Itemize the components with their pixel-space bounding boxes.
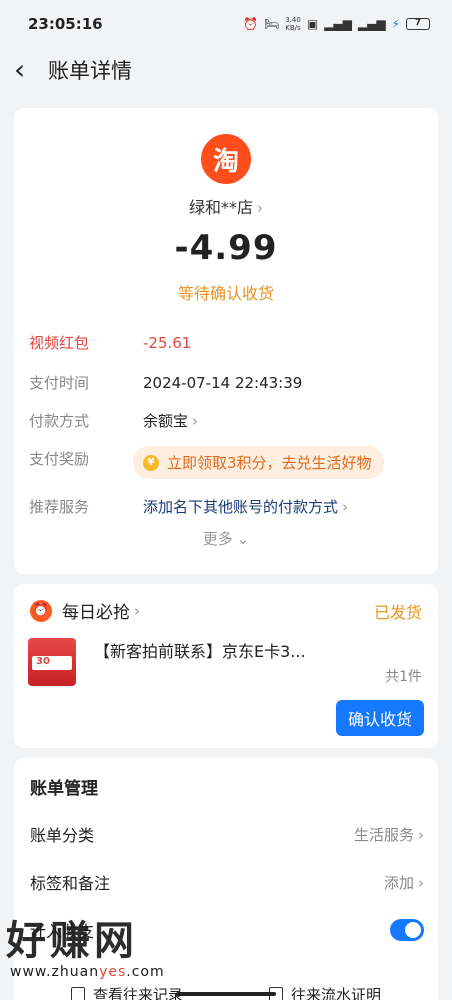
mgmt-label: 账单分类	[30, 826, 95, 845]
bill-amount: -4.99	[174, 228, 278, 268]
signal-icon-2: ▂▄▆	[357, 17, 386, 31]
product-name[interactable]: 【新客拍前联系】京东E卡3...	[94, 638, 418, 662]
detail-value: -25.61	[143, 333, 192, 352]
bill-detail-card: 淘 绿和**店 › -4.99 等待确认收货 视频红包 -25.61 支付时间 2…	[14, 108, 438, 574]
bed-icon: 🛏	[264, 17, 280, 31]
detail-row-video-redpacket: 视频红包 -25.61	[29, 332, 423, 353]
home-indicator	[176, 992, 276, 996]
mgmt-value: 添加 ›	[384, 872, 424, 893]
detail-row-pay-method[interactable]: 付款方式 余额宝 ›	[29, 410, 423, 431]
include-toggle[interactable]	[390, 919, 424, 941]
link-label: 查看往来记录	[92, 986, 183, 1000]
product-thumbnail[interactable]: 30	[28, 638, 76, 686]
flow-proof-link[interactable]: 往来流水证明	[268, 984, 381, 1000]
daily-title: 每日必抢	[62, 603, 130, 623]
mgmt-row-include: 计入收支	[30, 918, 424, 942]
view-history-link[interactable]: 查看往来记录	[70, 984, 183, 1000]
chevron-right-icon: ›	[418, 873, 424, 892]
detail-label: 视频红包	[29, 334, 90, 352]
detail-row-pay-reward: 支付奖励 ¥ 立即领取3积分，去兑生活好物	[29, 446, 423, 479]
merchant-link[interactable]: 绿和**店 ›	[14, 194, 438, 218]
tags-value: 添加	[383, 873, 414, 892]
mgmt-row-category[interactable]: 账单分类 生活服务 ›	[30, 822, 424, 846]
status-bar: 23:05:16 ⏰ 🛏 3.40 KB/s ▣ ▂▄▆ ▂▄▆ ⚡ 7	[0, 0, 452, 48]
status-icons: ⏰ 🛏 3.40 KB/s ▣ ▂▄▆ ▂▄▆ ⚡ 7	[243, 16, 430, 32]
mgmt-label: 标签和备注	[30, 874, 111, 893]
thumb-number: 30	[36, 656, 50, 667]
document-icon	[70, 986, 85, 1000]
chevron-right-icon: ›	[134, 601, 140, 620]
back-arrow-icon[interactable]: ‹	[14, 56, 44, 84]
detail-row-pay-time: 支付时间 2024-07-14 22:43:39	[29, 372, 423, 393]
detail-value: 2024-07-14 22:43:39	[143, 373, 303, 392]
reward-pill-button[interactable]: ¥ 立即领取3积分，去兑生活好物	[133, 446, 384, 479]
chevron-right-icon: ›	[418, 825, 424, 844]
reward-text: 立即领取3积分，去兑生活好物	[167, 454, 372, 472]
alarm-clock-icon: ⏰	[243, 17, 259, 31]
nav-bar: ‹ 账单详情	[0, 48, 452, 92]
daily-deal-card: ⏰ 每日必抢 › 已发货 30 【新客拍前联系】京东E卡3... 共1件 确认收…	[14, 584, 438, 748]
merchant-name: 绿和**店	[188, 198, 253, 217]
bill-status: 等待确认收货	[177, 284, 274, 303]
net-speed: 3.40 KB/s	[285, 16, 301, 32]
page-title: 账单详情	[48, 59, 132, 83]
hd-icon: ▣	[306, 17, 319, 31]
battery-icon: 7	[406, 18, 430, 30]
detail-label: 支付时间	[29, 374, 90, 392]
charging-icon: ⚡	[391, 17, 400, 31]
confirm-receipt-button[interactable]: 确认收货	[336, 700, 424, 736]
detail-label: 支付奖励	[29, 450, 90, 468]
detail-label: 推荐服务	[29, 498, 90, 516]
management-title: 账单管理	[30, 779, 98, 799]
daily-title-link[interactable]: ⏰ 每日必抢 ›	[30, 598, 140, 623]
bill-management-card: 账单管理 账单分类 生活服务 › 标签和备注 添加 › 计入收支 查看往来记录 往来…	[14, 758, 438, 1000]
pay-method-value: 余额宝	[143, 412, 189, 430]
link-label: 往来流水证明	[290, 986, 381, 1000]
signal-icon: ▂▄▆	[324, 17, 352, 31]
coin-icon: ¥	[143, 454, 159, 471]
daily-header: ⏰ 每日必抢 › 已发货	[30, 598, 422, 623]
status-time: 23:05:16	[28, 15, 103, 33]
mgmt-value: 生活服务 ›	[354, 824, 424, 845]
detail-value: 添加名下其他账号的付款方式 ›	[143, 496, 348, 517]
detail-row-recommend[interactable]: 推荐服务 添加名下其他账号的付款方式 ›	[29, 496, 423, 517]
mgmt-label: 计入收支	[30, 922, 95, 941]
taobao-logo-icon: 淘	[201, 134, 251, 184]
recommend-link: 添加名下其他账号的付款方式	[143, 498, 339, 516]
chevron-down-icon: ⌄	[236, 530, 250, 548]
mgmt-row-tags[interactable]: 标签和备注 添加 ›	[30, 870, 424, 894]
chevron-right-icon: ›	[342, 497, 349, 516]
alarm-icon: ⏰	[30, 599, 52, 622]
more-button[interactable]: 更多 ⌄	[14, 528, 438, 549]
product-count: 共1件	[385, 669, 422, 685]
more-label: 更多	[202, 530, 233, 548]
shipping-status: 已发货	[373, 602, 422, 622]
category-value: 生活服务	[353, 825, 414, 844]
detail-value: 余额宝 ›	[143, 410, 198, 431]
chevron-right-icon: ›	[192, 411, 199, 430]
detail-label: 付款方式	[29, 412, 90, 430]
chevron-right-icon: ›	[257, 199, 263, 217]
